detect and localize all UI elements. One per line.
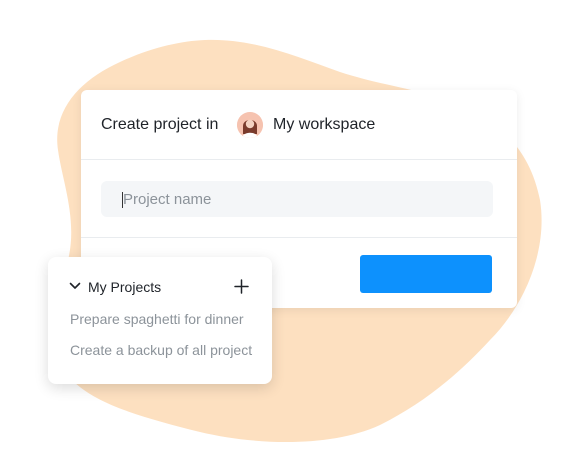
user-avatar[interactable]	[237, 112, 263, 138]
project-name-input[interactable]	[101, 181, 493, 217]
project-list-item[interactable]: Create a backup of all project	[70, 342, 252, 359]
project-list-item[interactable]: Prepare spaghetti for dinner	[70, 311, 244, 328]
workspace-name[interactable]: My workspace	[273, 115, 375, 135]
illustration-stage: Create project in My workspace My Projec…	[0, 0, 566, 476]
dialog-header: Create project in My workspace	[81, 90, 517, 160]
my-projects-panel: My Projects Prepare spaghetti for dinner…	[48, 257, 272, 384]
text-caret	[122, 192, 123, 208]
chevron-down-icon[interactable]	[69, 282, 81, 290]
my-projects-title: My Projects	[88, 279, 162, 295]
dialog-title: Create project in	[101, 116, 219, 133]
plus-icon[interactable]	[234, 279, 249, 294]
dialog-body	[81, 160, 517, 238]
my-projects-header[interactable]: My Projects	[48, 257, 272, 305]
create-project-button[interactable]	[360, 255, 492, 293]
